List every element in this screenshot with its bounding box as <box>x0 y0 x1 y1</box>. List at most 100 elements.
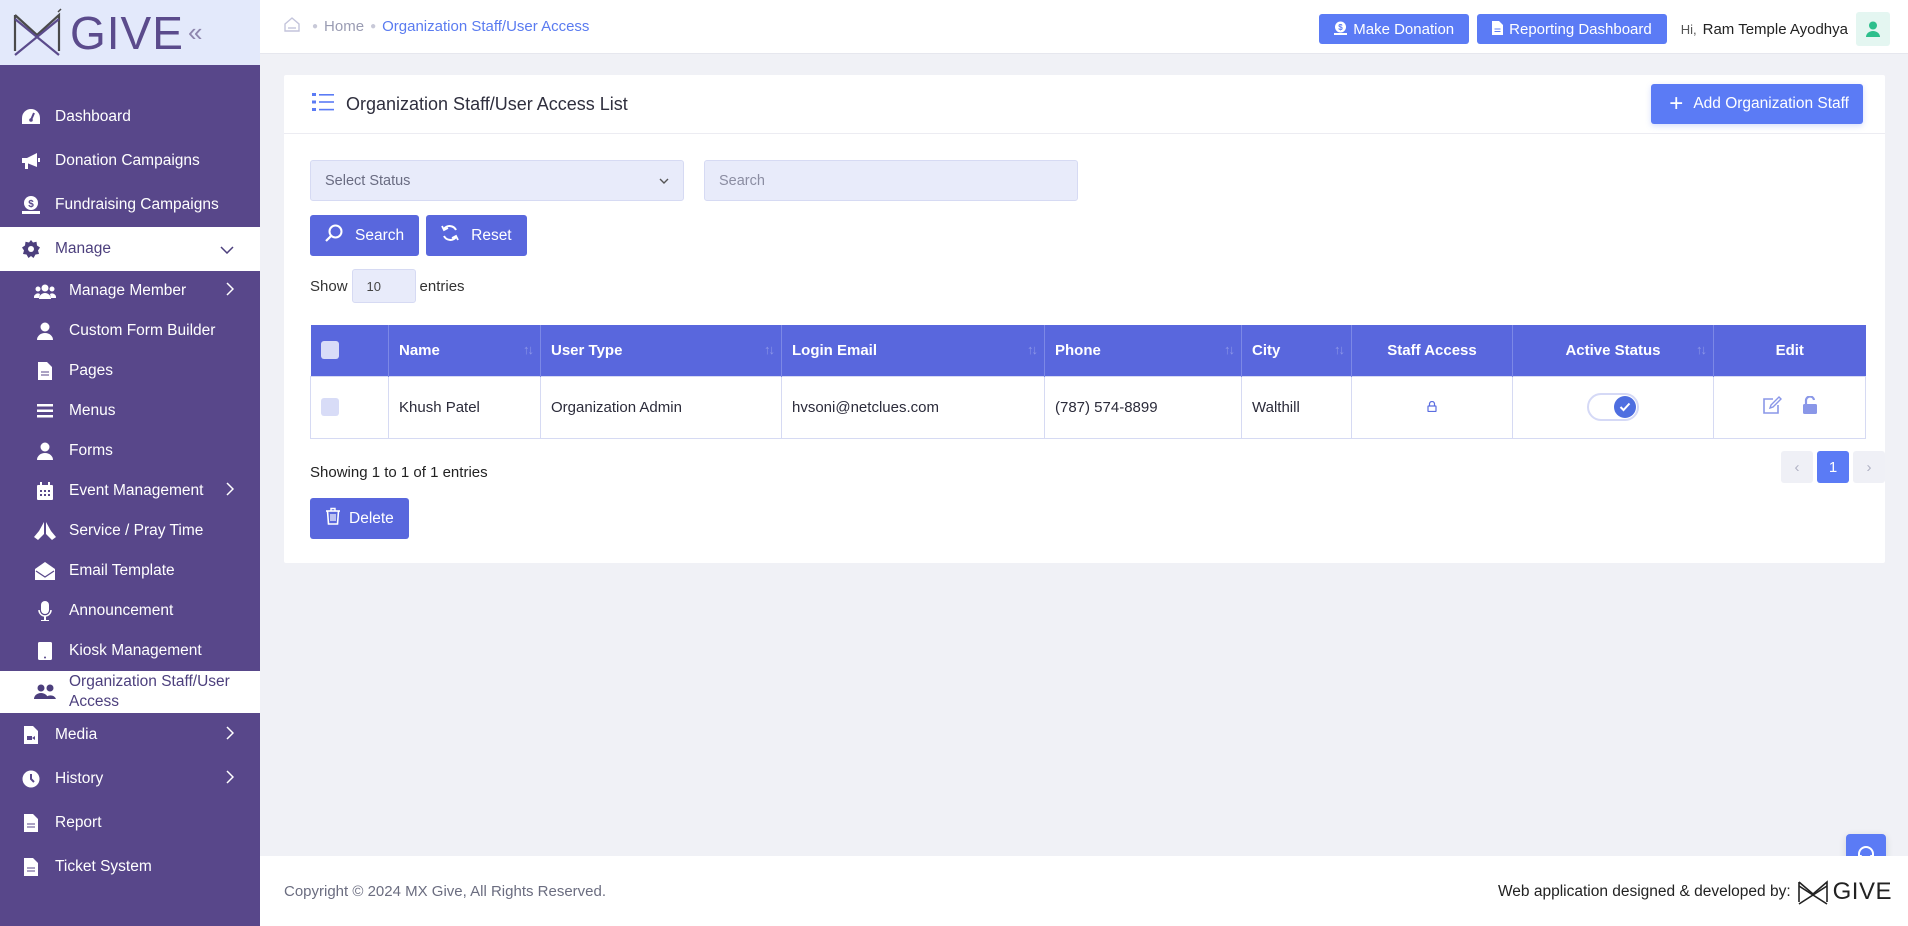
cell-user-type: Organization Admin <box>540 375 782 439</box>
breadcrumb-separator: ● <box>370 21 377 32</box>
cell-login-email: hvsoni@netclues.com <box>781 375 1045 439</box>
plus-icon: + <box>1669 90 1684 117</box>
column-header-user-type[interactable]: User Type ↑↓ <box>540 325 782 376</box>
logo-text: GIVE <box>70 6 184 59</box>
breadcrumb-current: Organization Staff/User Access <box>382 18 590 35</box>
sidebar-item-manage[interactable]: Manage <box>0 227 260 271</box>
file-icon <box>20 812 42 834</box>
sidebar-item-label: Dashboard <box>55 108 131 125</box>
chevron-right-icon <box>226 726 235 744</box>
entries-length-input[interactable] <box>351 269 416 303</box>
sidebar-item-organization-staff-user-access[interactable]: Organization Staff/User Access <box>0 671 260 713</box>
pagination-prev[interactable]: ‹ <box>1781 451 1813 483</box>
chevron-down-icon <box>220 241 234 258</box>
table-header-row: Name ↑↓ User Type ↑↓ Login Email ↑↓ Phone ↑↓… <box>310 325 1866 376</box>
row-checkbox[interactable] <box>321 398 339 417</box>
sidebar-item-forms[interactable]: Forms <box>0 431 260 471</box>
breadcrumb: ● Home ● Organization Staff/User Access <box>284 17 589 36</box>
sidebar-item-announcement[interactable]: Announcement <box>0 591 260 631</box>
pagination-page[interactable]: 1 <box>1817 451 1849 483</box>
sidebar-item-manage-member[interactable]: Manage Member <box>0 271 260 311</box>
user-group-icon <box>34 681 56 703</box>
sort-icon[interactable]: ↑↓ <box>1027 342 1038 357</box>
add-organization-staff-label: Add Organization Staff <box>1693 95 1849 112</box>
sidebar-item-donation-campaigns[interactable]: Donation Campaigns <box>0 139 260 183</box>
select-all-checkbox[interactable] <box>320 341 339 360</box>
sidebar-item-fundraising-campaigns[interactable]: $ Fundraising Campaigns <box>0 183 260 227</box>
sidebar-item-kiosk-management[interactable]: Kiosk Management <box>0 631 260 671</box>
sidebar: GIVE « Dashboard Donation Campaigns $ Fu… <box>0 0 260 926</box>
unlock-icon[interactable] <box>1802 394 1818 419</box>
sidebar-item-report[interactable]: Report <box>0 801 260 845</box>
sidebar-item-label: Media <box>55 726 98 743</box>
search-button[interactable]: Search <box>310 215 420 256</box>
sidebar-item-label: Event Management <box>69 482 204 499</box>
column-header-name[interactable]: Name ↑↓ <box>388 325 541 376</box>
users-icon <box>34 280 56 302</box>
sidebar-item-email-template[interactable]: Email Template <box>0 551 260 591</box>
sidebar-item-label: Custom Form Builder <box>69 322 216 339</box>
column-header-city[interactable]: City ↑↓ <box>1241 325 1352 376</box>
sort-icon[interactable]: ↑↓ <box>1224 342 1235 357</box>
sidebar-item-menus[interactable]: Menus <box>0 391 260 431</box>
reset-button[interactable]: Reset <box>426 215 527 256</box>
staff-table: Name ↑↓ User Type ↑↓ Login Email ↑↓ Phone ↑↓… <box>310 325 1866 439</box>
developer-credit: Web application designed & developed by:… <box>1498 878 1892 906</box>
avatar[interactable] <box>1856 12 1890 46</box>
lock-icon[interactable] <box>1427 399 1437 416</box>
sort-icon[interactable]: ↑↓ <box>1334 342 1345 357</box>
envelope-open-icon <box>34 560 56 582</box>
donation-icon: $ <box>1334 21 1348 38</box>
praying-hands-icon <box>34 520 56 542</box>
check-icon <box>1614 396 1636 418</box>
add-organization-staff-button[interactable]: + Add Organization Staff <box>1651 84 1863 124</box>
table-info: Showing 1 to 1 of 1 entries <box>310 464 488 481</box>
breadcrumb-home[interactable]: Home <box>324 18 364 35</box>
column-header-phone[interactable]: Phone ↑↓ <box>1044 325 1242 376</box>
username[interactable]: Ram Temple Ayodhya <box>1703 21 1848 38</box>
sidebar-item-label: Manage <box>55 240 112 257</box>
sidebar-item-event-management[interactable]: Event Management <box>0 471 260 511</box>
column-header-login-email[interactable]: Login Email ↑↓ <box>781 325 1045 376</box>
cell-edit <box>1713 375 1866 439</box>
reporting-dashboard-label: Reporting Dashboard <box>1509 20 1652 38</box>
make-donation-label: Make Donation <box>1353 20 1455 38</box>
sidebar-item-history[interactable]: History <box>0 757 260 801</box>
make-donation-button[interactable]: $ Make Donation <box>1319 14 1470 44</box>
sidebar-item-label: Manage Member <box>69 282 187 299</box>
sort-icon[interactable]: ↑↓ <box>523 342 534 357</box>
chevron-right-icon <box>226 282 235 300</box>
credit-text: Web application designed & developed by: <box>1497 883 1791 900</box>
sidebar-item-pages[interactable]: Pages <box>0 351 260 391</box>
column-header-active-status[interactable]: Active Status ↑↓ <box>1512 325 1714 376</box>
sort-icon[interactable]: ↑↓ <box>1696 342 1707 357</box>
file-icon <box>34 360 56 382</box>
pagination-next[interactable]: › <box>1853 451 1885 483</box>
entries-label: entries <box>419 277 465 295</box>
collapse-sidebar-button[interactable]: « <box>188 17 202 48</box>
breadcrumb-separator: ● <box>312 21 319 32</box>
sidebar-item-label: Kiosk Management <box>69 642 202 659</box>
sidebar-item-service-pray-time[interactable]: Service / Pray Time <box>0 511 260 551</box>
sidebar-item-dashboard[interactable]: Dashboard <box>0 95 260 139</box>
column-header-staff-access: Staff Access <box>1351 325 1513 376</box>
delete-button[interactable]: Delete <box>310 498 409 539</box>
active-status-toggle[interactable] <box>1587 393 1639 421</box>
edit-icon[interactable] <box>1762 395 1782 419</box>
search-icon <box>325 224 343 247</box>
calendar-icon <box>34 480 56 502</box>
status-select[interactable]: Select Status <box>310 160 684 201</box>
reporting-dashboard-button[interactable]: Reporting Dashboard <box>1477 14 1667 44</box>
column-header-edit: Edit <box>1713 325 1866 376</box>
search-input[interactable] <box>704 160 1078 201</box>
home-icon[interactable] <box>284 17 300 36</box>
reset-button-label: Reset <box>471 226 512 244</box>
chevron-right-icon <box>226 482 235 500</box>
tablet-icon <box>34 640 56 662</box>
sidebar-item-media[interactable]: Media <box>0 713 260 757</box>
sidebar-item-ticket-system[interactable]: Ticket System <box>0 845 260 889</box>
sort-icon[interactable]: ↑↓ <box>764 342 775 357</box>
sidebar-item-label: Ticket System <box>55 858 152 875</box>
sidebar-item-custom-form-builder[interactable]: Custom Form Builder <box>0 311 260 351</box>
mx-logo-icon <box>13 7 62 56</box>
